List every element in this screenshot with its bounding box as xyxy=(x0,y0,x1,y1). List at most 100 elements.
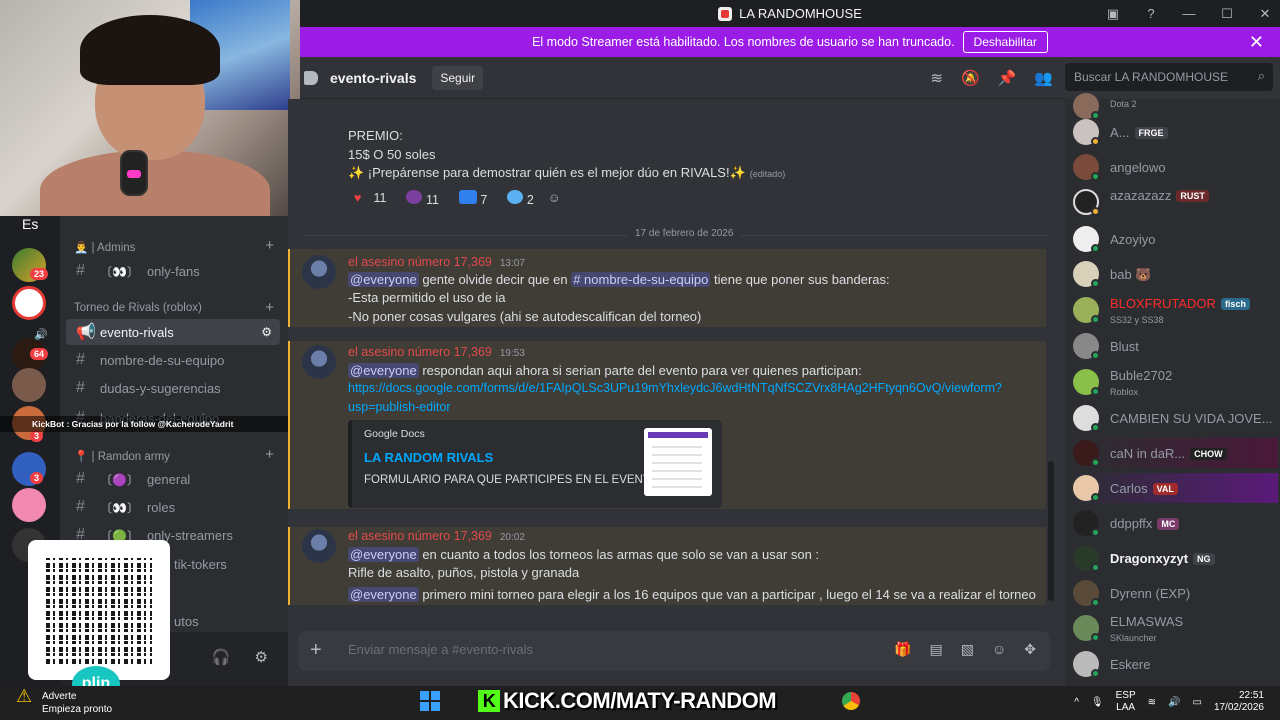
language-indicator[interactable]: ESP LAA xyxy=(1116,690,1136,714)
volume-icon[interactable]: 🔊 xyxy=(1168,697,1180,708)
chevron-up-icon[interactable]: ^ xyxy=(1074,697,1079,708)
help-icon[interactable]: ? xyxy=(1142,6,1160,21)
pin-icon[interactable]: 📌 xyxy=(998,69,1017,87)
window-controls: ▣ ? — ☐ ✕ xyxy=(1104,0,1274,27)
online-status-icon xyxy=(1091,423,1100,432)
form-link-continued[interactable]: usp=publish-editor xyxy=(348,400,451,414)
member-item[interactable]: Blust xyxy=(1073,331,1278,361)
member-item[interactable]: bab 🐻 xyxy=(1073,259,1278,289)
attach-plus-icon[interactable]: + xyxy=(310,639,322,662)
channel-label: general xyxy=(146,471,191,487)
server-icon[interactable] xyxy=(12,488,46,522)
inbox-icon[interactable]: ▣ xyxy=(1104,6,1122,22)
reaction-ok[interactable]: 7 xyxy=(458,189,487,207)
add-channel-icon[interactable]: + xyxy=(265,299,274,316)
online-status-icon xyxy=(1091,633,1100,642)
everyone-mention[interactable]: @everyone xyxy=(348,587,419,602)
member-item[interactable]: Azoyiyo xyxy=(1073,224,1278,254)
members-icon[interactable]: 👥 xyxy=(1034,69,1053,87)
online-status-icon xyxy=(1091,598,1100,607)
add-channel-icon[interactable]: + xyxy=(265,446,274,463)
headphones-icon[interactable]: 🎧 xyxy=(212,648,231,666)
server-icon[interactable] xyxy=(12,368,46,402)
windows-start-icon[interactable] xyxy=(420,691,440,711)
minimize-icon[interactable]: — xyxy=(1180,6,1198,21)
server-icon[interactable] xyxy=(12,286,46,320)
add-channel-icon[interactable]: + xyxy=(265,237,274,254)
channel-header: evento-rivals Seguir ≋ 🔕 📌 👥 xyxy=(300,57,1065,99)
channel-evento-rivals[interactable]: 📢 evento-rivals ⚙ xyxy=(66,319,280,345)
member-item[interactable]: BLOXFRUTADOR fisch SS32 y SS38 xyxy=(1073,295,1278,325)
member-item[interactable]: angelowo xyxy=(1073,152,1278,182)
disable-streamer-button[interactable]: Deshabilitar xyxy=(962,31,1048,53)
member-item[interactable]: Dragonxyzyt NG xyxy=(1073,543,1278,573)
notifications-muted-icon[interactable]: 🔕 xyxy=(961,69,980,87)
avatar[interactable] xyxy=(302,529,336,563)
online-status-icon xyxy=(1091,279,1100,288)
reaction-heart[interactable]: ♥ 11 xyxy=(354,191,386,205)
microphone-icon[interactable]: 🎙 xyxy=(1091,697,1104,708)
member-item[interactable]: A... FRGE xyxy=(1073,117,1278,147)
category-torneo[interactable]: Torneo de Rivals (roblox) xyxy=(74,302,202,314)
reaction-cold-face[interactable]: 2 xyxy=(507,189,534,207)
member-item[interactable]: ddppffx MC xyxy=(1073,508,1278,538)
embed-provider: Google Docs xyxy=(364,428,425,440)
channel-only-fans[interactable]: # 〔👀〕 only-fans xyxy=(66,258,280,284)
close-window-icon[interactable]: ✕ xyxy=(1256,6,1274,22)
channel-dudas-y-sugerencias[interactable]: # dudas-y-sugerencias xyxy=(66,375,280,401)
settings-icon[interactable]: ⚙ xyxy=(261,325,272,339)
emoji-icon[interactable]: ☺ xyxy=(992,641,1006,658)
category-ramdon-army[interactable]: 📍 | Ramdon army xyxy=(74,449,170,463)
member-item[interactable]: Dyrenn (EXP) xyxy=(1073,578,1278,608)
message-author[interactable]: el asesino número 17,369 19:53 xyxy=(348,345,525,359)
add-reaction-icon[interactable]: ☺ xyxy=(548,191,561,205)
close-banner-icon[interactable]: ✕ xyxy=(1249,32,1264,53)
wifi-icon[interactable]: ≋ xyxy=(1148,697,1156,708)
member-item[interactable]: ELMASWAS SKlauncher xyxy=(1073,613,1278,643)
channel-nombre-de-su-equipo[interactable]: # nombre-de-su-equipo xyxy=(66,347,280,373)
sticker-icon[interactable]: ▧ xyxy=(961,641,974,658)
member-item[interactable]: CAMBIEN SU VIDA JOVE... xyxy=(1073,403,1278,433)
channel-tik-tokers[interactable]: tik-tokers xyxy=(164,551,284,577)
channel-mention[interactable]: # nombre-de-su-equipo xyxy=(571,272,711,287)
member-item[interactable]: Carlos VAL xyxy=(1073,473,1278,503)
avatar[interactable] xyxy=(302,255,336,289)
channel-utos[interactable]: utos xyxy=(164,608,284,634)
search-input[interactable]: Buscar LA RANDOMHOUSE ⌕ xyxy=(1065,63,1273,91)
member-list: Dota 2 A... FRGE angelowo azazazazz RUST A… xyxy=(1065,93,1280,686)
clock[interactable]: 22:51 17/02/2026 xyxy=(1214,690,1264,714)
channel-general[interactable]: # 〔🟣〕 general xyxy=(66,466,280,492)
channel-prefix: 〔👀〕 xyxy=(100,264,139,279)
everyone-mention[interactable]: @everyone xyxy=(348,272,419,287)
reaction-eggplant[interactable]: 11 xyxy=(406,189,439,207)
member-name: Carlos VAL xyxy=(1110,481,1178,496)
everyone-mention[interactable]: @everyone xyxy=(348,363,419,378)
embed-thumbnail[interactable] xyxy=(644,428,712,496)
message-author[interactable]: el asesino número 17,369 20:02 xyxy=(348,529,525,543)
message-composer[interactable]: + Enviar mensaje a #evento-rivals 🎁 ▤ ▧ … xyxy=(298,631,1050,671)
chrome-icon[interactable] xyxy=(842,692,860,710)
everyone-mention[interactable]: @everyone xyxy=(348,547,419,562)
maximize-icon[interactable]: ☐ xyxy=(1218,6,1236,22)
avatar[interactable] xyxy=(302,345,336,379)
embed-title[interactable]: LA RANDOM RIVALS xyxy=(364,450,493,465)
member-name: Eskere xyxy=(1110,657,1151,672)
channel-roles[interactable]: # 〔👀〕 roles xyxy=(66,494,280,520)
user-settings-icon[interactable]: ⚙ xyxy=(255,648,268,666)
message-author[interactable]: el asesino número 17,369 13:07 xyxy=(348,255,525,269)
category-admins[interactable]: 👨‍💼 | Admins xyxy=(74,240,135,254)
message-text: ✨ ¡Prepárense para demostrar quién es el… xyxy=(348,165,746,180)
follow-button[interactable]: Seguir xyxy=(432,65,484,90)
battery-icon[interactable]: ▭ xyxy=(1192,697,1201,708)
chat-scrollbar[interactable] xyxy=(1048,461,1054,601)
gif-icon[interactable]: ▤ xyxy=(930,641,943,658)
member-item[interactable]: Eskere xyxy=(1073,649,1278,679)
member-item[interactable]: Buble2702 Roblox xyxy=(1073,367,1278,397)
member-item[interactable]: caN in daR... CHOW xyxy=(1073,438,1278,468)
form-link[interactable]: https://docs.google.com/forms/d/e/1FAIpQ… xyxy=(348,381,1002,395)
apps-icon[interactable]: ✥ xyxy=(1024,641,1036,658)
gift-icon[interactable]: 🎁 xyxy=(894,641,911,658)
threads-icon[interactable]: ≋ xyxy=(930,69,943,87)
member-item[interactable]: azazazazz RUST xyxy=(1073,187,1278,217)
weather-warning-widget[interactable]: AdverteEmpieza pronto xyxy=(16,690,112,716)
